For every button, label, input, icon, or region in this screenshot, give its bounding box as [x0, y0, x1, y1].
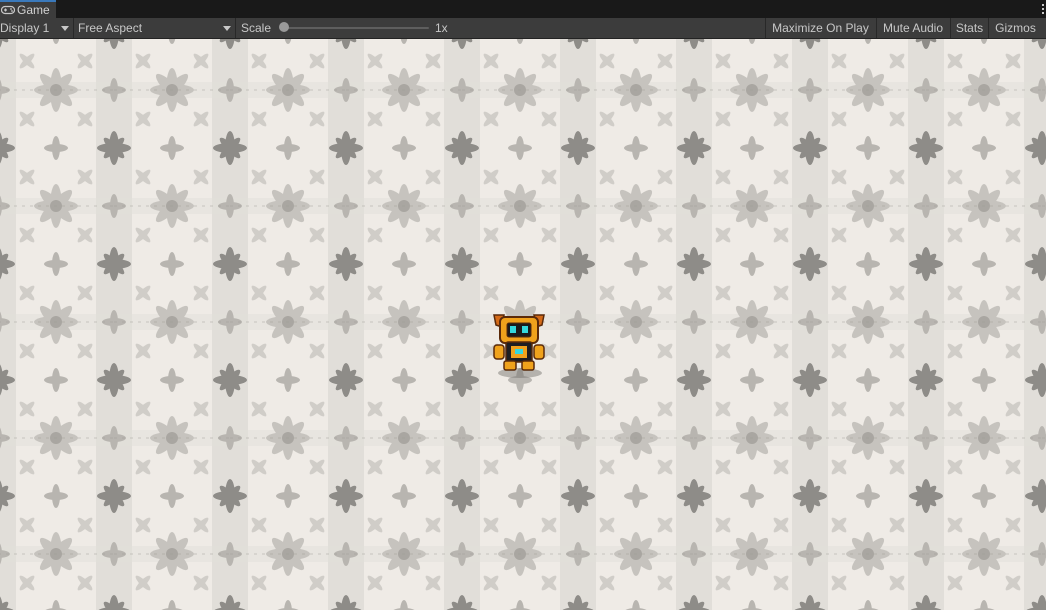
- toolbar-divider: [235, 18, 236, 38]
- tab-bar: Game: [0, 0, 1046, 19]
- maximize-on-play-label: Maximize On Play: [772, 21, 869, 35]
- scale-slider-track[interactable]: [284, 27, 429, 29]
- maximize-on-play-button[interactable]: Maximize On Play: [766, 18, 875, 38]
- kebab-menu-icon[interactable]: [1040, 0, 1046, 18]
- stats-label: Stats: [955, 21, 984, 35]
- scale-label-text: Scale: [241, 21, 272, 35]
- gizmos-label: Gizmos: [995, 21, 1036, 35]
- display-dropdown[interactable]: Display 1: [0, 18, 72, 38]
- unity-game-view: Game Display 1 Free Aspect Scale 1x Maxi…: [0, 0, 1046, 610]
- scale-value: 1x: [435, 18, 448, 38]
- mute-audio-label: Mute Audio: [882, 21, 944, 35]
- tab-label: Game: [17, 3, 50, 17]
- gamepad-icon: [1, 5, 15, 15]
- stats-button[interactable]: Stats: [951, 18, 988, 38]
- scale-label: Scale: [241, 18, 271, 38]
- aspect-dropdown[interactable]: Free Aspect: [74, 18, 234, 38]
- aspect-dropdown-label: Free Aspect: [78, 21, 143, 35]
- robot-player-sprite: [493, 314, 545, 378]
- game-toolbar: Display 1 Free Aspect Scale 1x Maximize …: [0, 18, 1046, 39]
- scale-value-text: 1x: [435, 21, 448, 35]
- display-dropdown-label: Display 1: [0, 21, 50, 35]
- game-viewport[interactable]: [0, 39, 1046, 610]
- mute-audio-button[interactable]: Mute Audio: [877, 18, 949, 38]
- chevron-down-icon: [61, 26, 69, 31]
- tab-game[interactable]: Game: [0, 0, 56, 18]
- scale-slider-handle[interactable]: [279, 22, 289, 32]
- gizmos-button[interactable]: Gizmos: [989, 18, 1042, 38]
- chevron-down-icon: [223, 26, 231, 31]
